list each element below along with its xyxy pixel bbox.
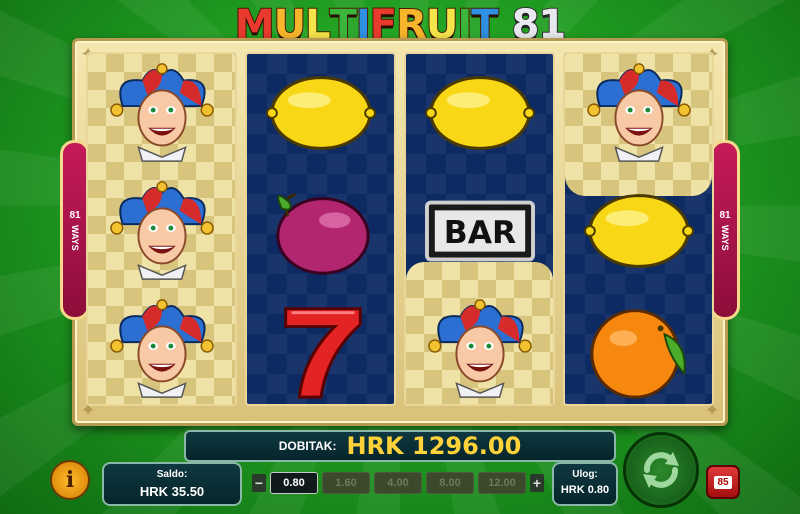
plum-symbol-icon (275, 193, 370, 275)
reel-cell (247, 54, 394, 172)
bet-value: HRK 0.80 (560, 484, 610, 496)
reel-cell (565, 172, 712, 290)
lemon-symbol-icon (583, 194, 694, 268)
reel-cell (406, 54, 553, 172)
jester-symbol-icon (109, 299, 214, 398)
reel-3: BAR (404, 52, 555, 406)
balance-panel: Saldo: HRK 35.50 (102, 462, 242, 506)
info-icon: i (65, 467, 75, 493)
bet-option[interactable]: 4.00 (374, 472, 422, 494)
bar-symbol-icon: BAR (424, 200, 535, 262)
win-value: HRK 1296.00 (346, 432, 522, 460)
bet-option[interactable]: 0.80 (270, 472, 318, 494)
bet-selector: − 0.80 1.60 4.00 8.00 12.00 + (252, 470, 544, 496)
reel-cell (88, 290, 235, 404)
bet-panel: Ulog: HRK 0.80 (552, 462, 618, 506)
reel-cell: BAR (406, 172, 553, 290)
reel-cell (88, 172, 235, 290)
win-display: DOBITAK: HRK 1296.00 (184, 430, 616, 462)
reel-cell (247, 290, 394, 404)
bet-increase-button[interactable]: + (530, 474, 544, 492)
info-button[interactable]: i (50, 460, 90, 500)
jester-symbol-icon (109, 181, 214, 280)
bet-option[interactable]: 1.60 (322, 472, 370, 494)
spin-arrows-icon (643, 452, 679, 488)
autoplay-count: 85 (714, 475, 732, 489)
bet-label: Ulog: (572, 469, 598, 480)
reel-cell (247, 172, 394, 290)
seven-symbol-icon (283, 307, 362, 399)
lemon-symbol-icon (265, 76, 376, 150)
reel-cell (406, 290, 553, 404)
reel-2 (245, 52, 396, 406)
bet-option[interactable]: 8.00 (426, 472, 474, 494)
orange-symbol-icon (589, 309, 686, 399)
jester-symbol-icon (586, 63, 691, 162)
spin-button[interactable] (623, 432, 699, 508)
jester-symbol-icon (109, 63, 214, 162)
bet-decrease-button[interactable]: − (252, 474, 266, 492)
autoplay-button[interactable]: 85 (706, 465, 740, 499)
reel-cell (565, 54, 712, 172)
jester-symbol-icon (427, 299, 532, 398)
bet-option[interactable]: 12.00 (478, 472, 526, 494)
balance-value: HRK 35.50 (139, 484, 205, 499)
reels-area: BAR (86, 52, 714, 406)
svg-text:BAR: BAR (443, 215, 515, 251)
win-label: DOBITAK: (278, 439, 337, 453)
reel-4 (563, 52, 714, 406)
reel-1 (86, 52, 237, 406)
balance-label: Saldo: (156, 469, 188, 480)
lemon-symbol-icon (424, 76, 535, 150)
reel-cell (88, 54, 235, 172)
ways-badge-right: 81 WAYS (710, 140, 740, 320)
reel-cell (565, 290, 712, 404)
